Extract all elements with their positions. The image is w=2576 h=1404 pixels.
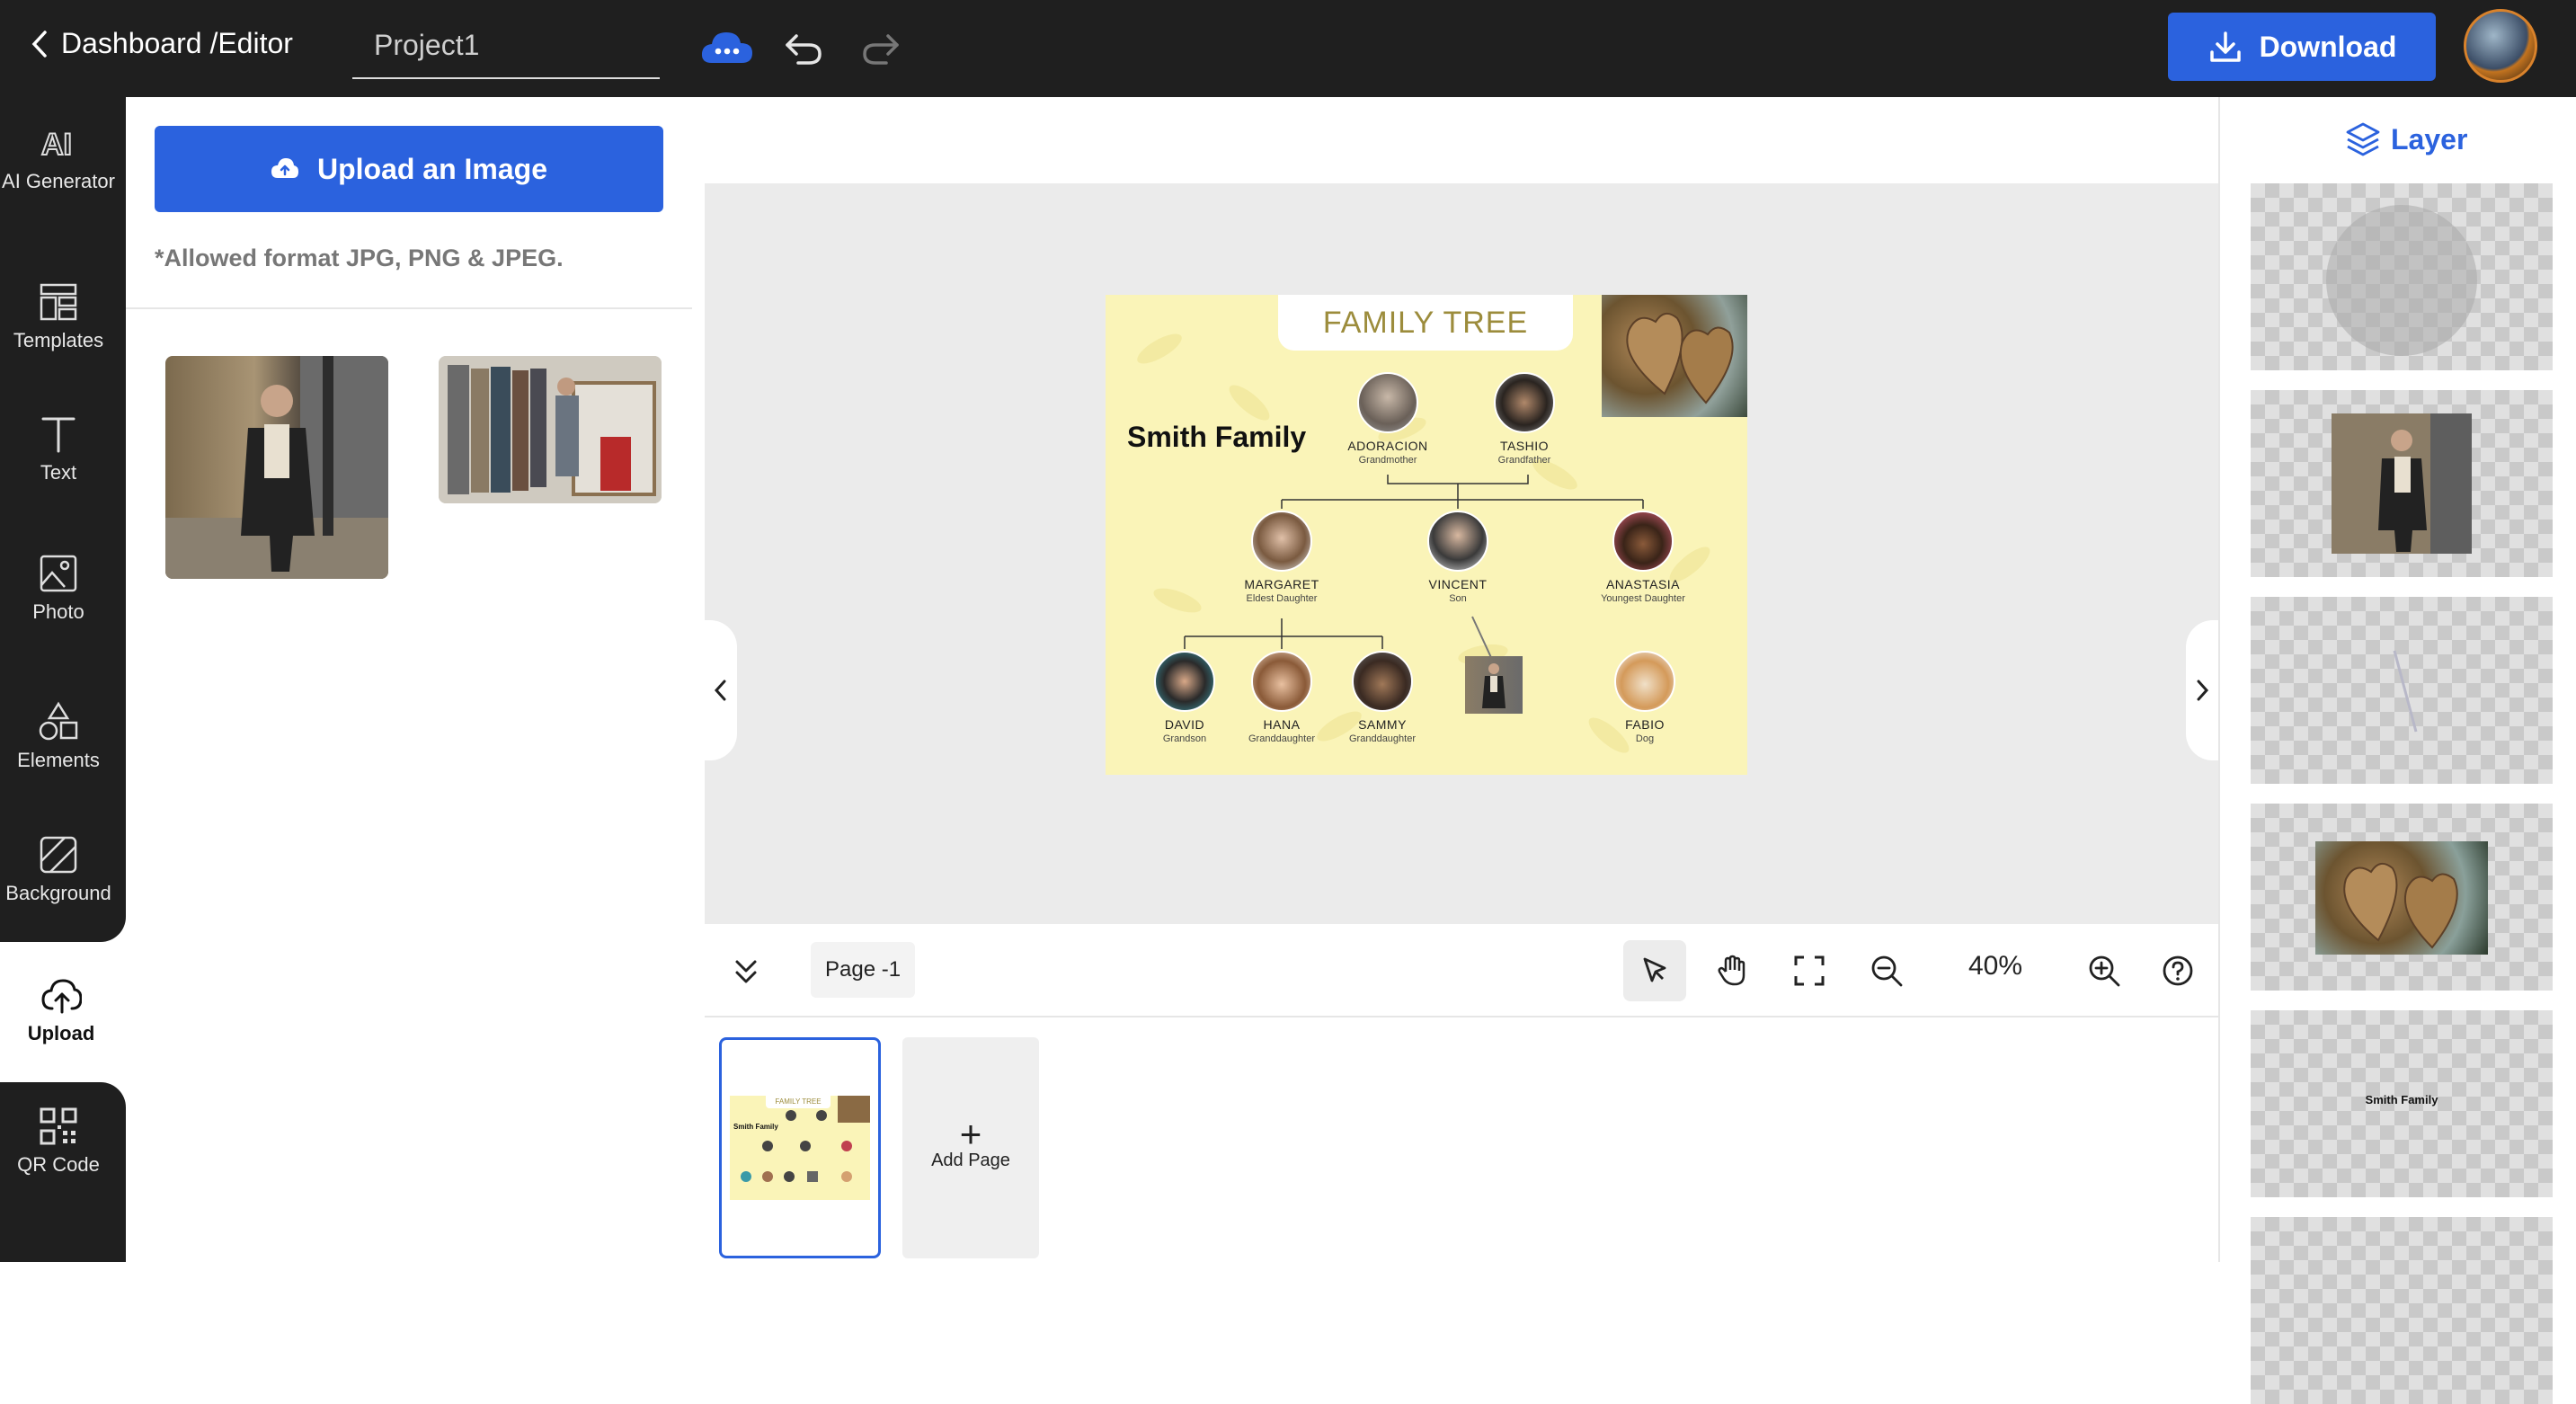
nav-photo[interactable]: Photo — [0, 553, 117, 626]
member-photo — [1154, 651, 1215, 712]
layer-title: Layer — [2391, 122, 2468, 156]
redo-icon[interactable] — [859, 27, 902, 68]
top-bar: Dashboard /Editor Project1 Download — [0, 0, 2576, 97]
page-label[interactable]: Page -1 — [811, 942, 916, 998]
zoom-out-icon — [1871, 955, 1903, 987]
layer-item-more[interactable] — [2251, 1217, 2553, 1404]
background-icon — [40, 836, 77, 874]
hand-icon — [1718, 955, 1745, 986]
member-photo — [1251, 651, 1312, 712]
member-photo — [1251, 511, 1312, 572]
upload-panel: Upload an Image *Allowed format JPG, PNG… — [126, 97, 692, 1262]
zoom-in-button[interactable] — [2073, 940, 2136, 1001]
member-photo — [1357, 372, 1418, 433]
member-adoracion[interactable]: ADORACION Grandmother — [1334, 372, 1442, 466]
breadcrumb: Dashboard /Editor — [61, 27, 293, 59]
design-title[interactable]: FAMILY TREE — [1278, 295, 1573, 351]
nav-ai-generator[interactable]: AI AI Generator — [0, 122, 117, 196]
member-margaret[interactable]: MARGARET Eldest Daughter — [1228, 511, 1336, 604]
page-thumbnail-1[interactable]: FAMILY TREE Smith Family — [719, 1037, 881, 1258]
add-page-label: Add Page — [931, 1151, 1010, 1170]
member-hana[interactable]: HANA Granddaughter — [1228, 651, 1336, 744]
bottom-toolbar: Page -1 40% — [705, 924, 2218, 1017]
layer-item-shape[interactable] — [2251, 183, 2553, 370]
photo-icon — [40, 555, 77, 592]
upload-image-label: Upload an Image — [316, 152, 548, 185]
fit-screen-button[interactable] — [1778, 940, 1841, 1001]
member-sammy[interactable]: SAMMY Granddaughter — [1328, 651, 1436, 744]
text-icon — [41, 417, 76, 453]
qr-code-icon — [40, 1107, 77, 1145]
zoom-out-button[interactable] — [1855, 940, 1918, 1001]
layers-icon — [2346, 122, 2380, 156]
chevron-left-icon — [714, 680, 726, 701]
member-anastasia[interactable]: ANASTASIA Youngest Daughter — [1589, 511, 1697, 604]
pan-tool-button[interactable] — [1701, 940, 1763, 1001]
collapse-left-panel-button[interactable] — [705, 620, 737, 760]
back-button[interactable]: Dashboard /Editor — [29, 27, 293, 60]
collapse-right-panel-button[interactable] — [2186, 620, 2218, 760]
panel-divider — [126, 307, 692, 309]
layer-panel: Layer Smith Family — [2218, 97, 2576, 1404]
help-icon — [2163, 955, 2193, 986]
left-nav: AI AI Generator Templates Text Photo Ele… — [0, 97, 126, 1262]
collapse-pages-icon[interactable] — [732, 956, 760, 989]
nav-qr-code[interactable]: QR Code — [0, 1106, 117, 1179]
nav-text[interactable]: Text — [0, 413, 117, 487]
chevron-left-icon — [31, 30, 47, 58]
uploaded-image-wardrobe[interactable] — [439, 356, 662, 503]
inserted-photo-man-walking[interactable] — [1465, 656, 1523, 714]
nav-templates[interactable]: Templates — [0, 281, 117, 355]
layer-item-text[interactable]: Smith Family — [2251, 1010, 2553, 1197]
help-button[interactable] — [2146, 940, 2209, 1001]
upload-image-button[interactable]: Upload an Image — [155, 126, 663, 212]
download-label: Download — [2259, 30, 2397, 63]
layer-text-preview: Smith Family — [2365, 1093, 2438, 1106]
hearts-photo[interactable] — [1602, 295, 1747, 417]
elements-icon — [39, 701, 78, 741]
member-photo — [1427, 511, 1488, 572]
ai-icon: AI — [40, 127, 73, 163]
member-photo — [1614, 651, 1675, 712]
pages-strip: FAMILY TREE Smith Family + Add Page — [705, 1019, 2218, 1262]
member-photo — [1494, 372, 1555, 433]
layer-item-line[interactable] — [2251, 597, 2553, 784]
cursor-icon — [1643, 957, 1666, 982]
svg-text:AI: AI — [41, 128, 72, 162]
download-button[interactable]: Download — [2168, 13, 2436, 81]
cloud-sync-icon[interactable] — [699, 27, 755, 68]
member-vincent[interactable]: VINCENT Son — [1404, 511, 1512, 604]
member-david[interactable]: DAVID Grandson — [1131, 651, 1239, 744]
design-canvas[interactable]: FAMILY TREE Smith Family ADORACION Grand… — [1106, 295, 1747, 775]
templates-icon — [40, 283, 77, 321]
zoom-level: 40% — [1968, 951, 2023, 981]
design-family-name[interactable]: Smith Family — [1127, 421, 1306, 454]
nav-elements[interactable]: Elements — [0, 701, 117, 775]
member-fabio[interactable]: FABIO Dog — [1591, 651, 1699, 744]
project-name-input[interactable]: Project1 — [352, 20, 660, 79]
allowed-formats-text: *Allowed format JPG, PNG & JPEG. — [155, 244, 564, 271]
undo-icon[interactable] — [782, 27, 825, 68]
fullscreen-icon — [1794, 955, 1825, 986]
nav-upload[interactable]: Upload — [0, 974, 122, 1048]
member-tashio[interactable]: TASHIO Grandfather — [1470, 372, 1578, 466]
layer-panel-header[interactable]: Layer — [2344, 120, 2467, 158]
chevron-right-icon — [2197, 680, 2209, 701]
member-photo — [1352, 651, 1413, 712]
download-icon — [2209, 31, 2241, 62]
cloud-upload-icon — [271, 158, 298, 178]
avatar[interactable] — [2464, 9, 2537, 83]
member-photo — [1612, 511, 1674, 572]
nav-background[interactable]: Background — [0, 834, 117, 908]
upload-icon — [41, 979, 82, 1014]
uploaded-image-man-walking[interactable] — [165, 356, 388, 579]
select-tool-button[interactable] — [1623, 940, 1686, 1001]
plus-icon: + — [959, 1113, 982, 1155]
zoom-in-icon — [2089, 955, 2120, 987]
layer-item-hearts-photo[interactable] — [2251, 804, 2553, 991]
layer-item-photo-man[interactable] — [2251, 390, 2553, 577]
add-page-button[interactable]: + Add Page — [902, 1037, 1039, 1258]
